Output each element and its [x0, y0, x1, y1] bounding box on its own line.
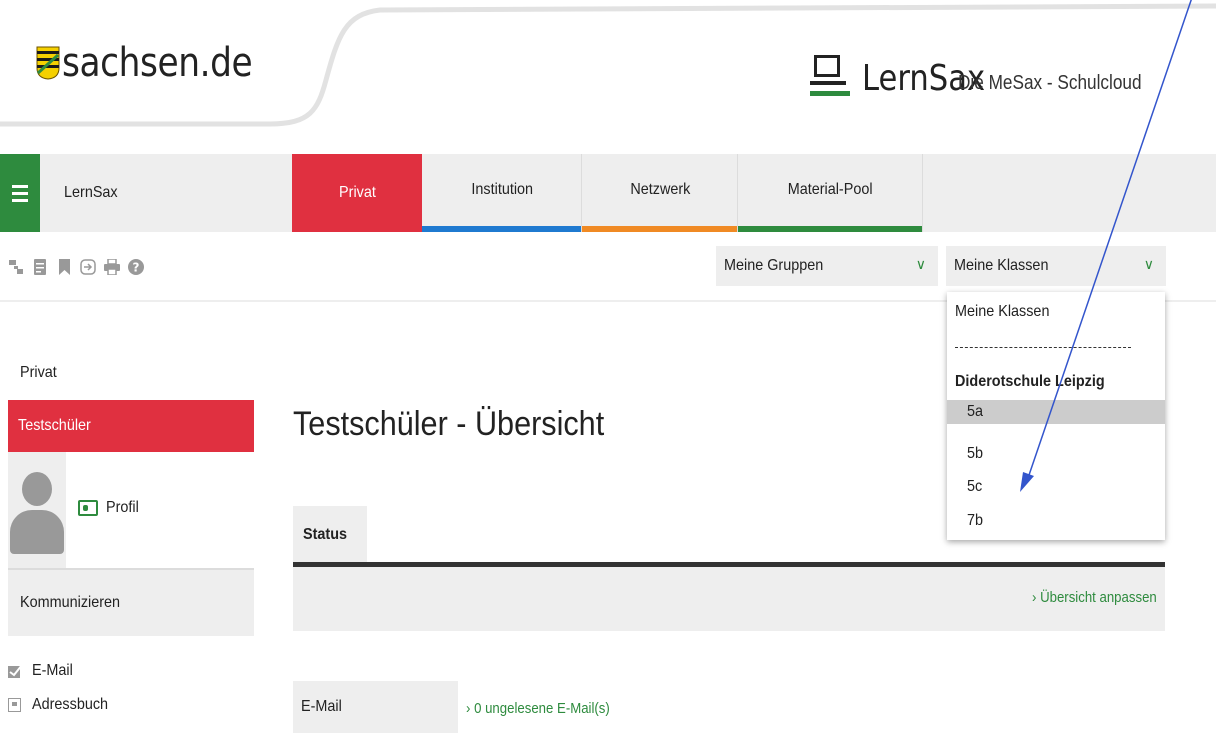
- unread-email-count: 0 ungelesene E-Mail(s): [474, 700, 610, 717]
- dropdown-item-label: 5b: [967, 445, 984, 462]
- saxony-coat-of-arms-icon: [36, 46, 60, 80]
- toolbar-icons: ?: [8, 258, 144, 276]
- dropdown-item-meine-klassen[interactable]: Meine Klassen: [947, 300, 1165, 324]
- dropdown-item-5a[interactable]: 5a: [947, 400, 1165, 424]
- sidebar-item-adressbuch[interactable]: Adressbuch: [8, 696, 117, 714]
- help-icon[interactable]: ?: [128, 258, 144, 276]
- tab-netzwerk[interactable]: Netzwerk: [582, 154, 738, 232]
- tab-label: Netzwerk: [629, 181, 691, 198]
- sidebar-user-label: Testschüler: [18, 417, 91, 434]
- chevron-down-icon: ∨: [1143, 256, 1154, 272]
- dropdown-separator: [955, 347, 1131, 348]
- dropdown-item-label: Meine Klassen: [955, 303, 1050, 320]
- dropdown-group-school: Diderotschule Leipzig: [947, 370, 1165, 394]
- tab-label: Institution: [471, 181, 533, 198]
- sidebar-group-label: Kommunizieren: [20, 594, 121, 611]
- tab-divider: [737, 154, 738, 232]
- tab-divider: [922, 154, 923, 232]
- app-name[interactable]: LernSax: [64, 184, 118, 202]
- dropdown-item-label: 7b: [967, 512, 984, 529]
- sidebar-section-label: Privat: [20, 364, 57, 381]
- status-tab-label: Status: [303, 526, 348, 543]
- avatar: [8, 452, 66, 568]
- chevron-down-icon: ∨: [915, 256, 926, 272]
- page-title: Testschüler - Übersicht: [293, 405, 605, 443]
- profile-link[interactable]: Profil: [106, 499, 142, 517]
- profile-card-icon[interactable]: [78, 500, 98, 516]
- email-status-label-text: E-Mail: [301, 698, 342, 715]
- dropdown-item-5b[interactable]: 5b: [947, 442, 1165, 466]
- mail-check-icon: [8, 664, 22, 678]
- sitemap-icon[interactable]: [8, 258, 24, 276]
- brand-subtitle: Die MeSax - Schulcloud: [958, 72, 1142, 94]
- dropdown-item-7b[interactable]: 7b: [947, 509, 1165, 533]
- tab-institution[interactable]: Institution: [422, 154, 582, 232]
- dropdown-item-label: 5c: [967, 478, 983, 495]
- notes-icon[interactable]: [32, 258, 48, 276]
- sachsen-logo-text: sachsen.de: [62, 40, 253, 86]
- status-panel: › Übersicht anpassen: [293, 567, 1165, 631]
- classes-select[interactable]: Meine Klassen ∨: [946, 246, 1166, 286]
- tab-privat[interactable]: Privat: [292, 154, 422, 232]
- svg-text:?: ?: [133, 261, 140, 275]
- email-status-label: E-Mail: [293, 681, 458, 733]
- dropdown-item-label: 5a: [967, 403, 984, 420]
- sidebar-item-label: Adressbuch: [32, 696, 109, 713]
- sidebar-group-kommunizieren[interactable]: Kommunizieren: [8, 568, 254, 636]
- tab-divider: [581, 154, 582, 232]
- classes-select-value: Meine Klassen: [954, 257, 1049, 274]
- sidebar-item-email[interactable]: E-Mail: [8, 662, 77, 680]
- page-header: sachsen.de LernSax Die MeSax - Schulclou…: [0, 0, 1216, 150]
- unread-email-link[interactable]: › 0 ungelesene E-Mail(s): [466, 700, 610, 717]
- tab-material-pool[interactable]: Material-Pool: [738, 154, 922, 232]
- sachsen-logo[interactable]: sachsen.de: [36, 40, 283, 86]
- bookmark-icon[interactable]: [56, 258, 72, 276]
- print-icon[interactable]: [104, 258, 120, 276]
- customize-overview-label: Übersicht anpassen: [1040, 589, 1157, 606]
- sidebar-section-title: Privat: [20, 364, 61, 382]
- classes-dropdown-menu: Meine Klassen Diderotschule Leipzig 5a 5…: [947, 292, 1165, 540]
- addressbook-icon: [8, 698, 21, 712]
- laptop-logo-icon: [810, 55, 850, 99]
- tab-label: Privat: [338, 184, 376, 201]
- profile-link-label: Profil: [106, 499, 139, 516]
- sidebar-item-user[interactable]: Testschüler: [8, 400, 254, 452]
- hamburger-menu-icon[interactable]: [0, 154, 40, 232]
- sidebar-item-label: E-Mail: [32, 662, 73, 679]
- groups-select[interactable]: Meine Gruppen ∨: [716, 246, 938, 286]
- dropdown-item-5c[interactable]: 5c: [947, 475, 1165, 499]
- tab-label: Material-Pool: [787, 181, 873, 198]
- dropdown-group-label: Diderotschule Leipzig: [955, 373, 1105, 390]
- groups-select-value: Meine Gruppen: [724, 257, 824, 274]
- tab-status[interactable]: Status: [293, 506, 367, 564]
- main-navigation: LernSax Privat Institution Netzwerk Mate…: [0, 154, 1216, 232]
- customize-overview-link[interactable]: › Übersicht anpassen: [1032, 589, 1157, 606]
- login-icon[interactable]: [80, 258, 96, 276]
